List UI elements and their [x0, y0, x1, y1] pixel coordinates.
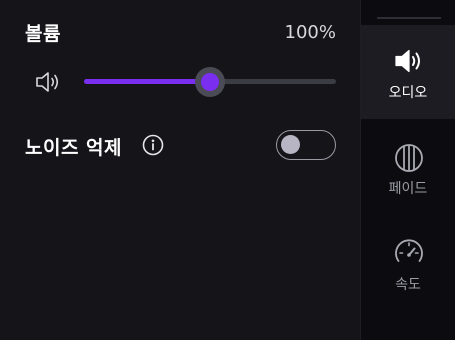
sidebar-item-speed[interactable]: 속도 [361, 216, 455, 310]
sidebar: 오디오 페이드 속도 [360, 0, 455, 340]
fade-icon [395, 144, 423, 172]
volume-slider[interactable] [84, 67, 336, 97]
volume-slider-fill [84, 79, 210, 84]
sidebar-divider [377, 17, 441, 19]
info-icon[interactable] [142, 134, 164, 156]
speaker-icon[interactable] [34, 68, 62, 96]
volume-slider-thumb[interactable] [195, 67, 225, 97]
volume-slider-thumb-dot [201, 73, 219, 91]
noise-suppression-label: 노이즈 억제 [25, 137, 123, 159]
speedometer-icon [395, 239, 423, 262]
volume-title: 볼륨 [25, 23, 61, 45]
sidebar-item-label: 속도 [395, 277, 421, 293]
sidebar-item-fade[interactable]: 페이드 [361, 120, 455, 214]
toggle-knob [281, 135, 300, 154]
speaker-icon [395, 49, 420, 73]
audio-panel: 볼륨 100% 노이즈 억제 [0, 0, 360, 340]
sidebar-item-audio[interactable]: 오디오 [361, 25, 455, 119]
volume-value: 100% [284, 22, 336, 43]
sidebar-item-label: 페이드 [388, 181, 428, 197]
audio-settings-window: 볼륨 100% 노이즈 억제 오디오 페이드 속도 [0, 0, 455, 340]
sidebar-item-label: 오디오 [388, 85, 428, 101]
noise-suppression-toggle[interactable] [276, 130, 336, 160]
